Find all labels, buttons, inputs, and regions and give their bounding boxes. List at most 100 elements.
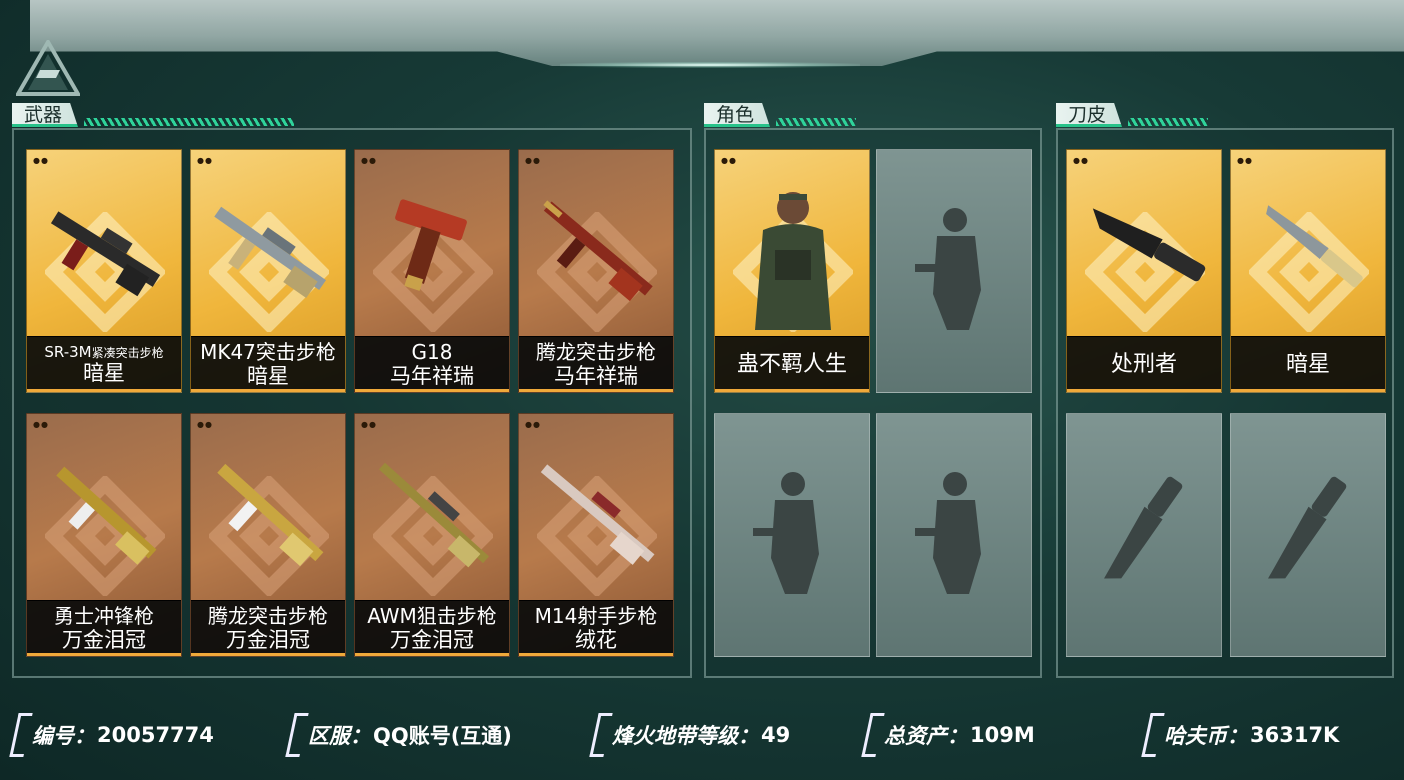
server-label: 区服： xyxy=(308,724,371,748)
knife-card[interactable]: ●● 处刑者 xyxy=(1066,149,1222,393)
knife-executioner-image xyxy=(1092,208,1206,282)
weapon-name: G18 xyxy=(411,339,453,364)
weapon-sr3m-image xyxy=(50,211,161,297)
card-dots: ●● xyxy=(1237,156,1253,165)
empty-knife-slot xyxy=(1230,413,1386,657)
card-dots: ●● xyxy=(721,156,737,165)
weapon-label: SR-3M紧凑突击步枪 暗星 xyxy=(27,336,181,392)
weapon-g18-image xyxy=(395,199,467,291)
weapon-label: G18 马年祥瑞 xyxy=(355,336,509,392)
characters-section-header: 角色 xyxy=(704,102,857,128)
weapon-card[interactable]: ●● M14射手步枪 绒花 xyxy=(518,413,674,657)
assets-value: 109M xyxy=(970,723,1035,747)
knives-section-header: 刀皮 xyxy=(1056,102,1209,128)
bracket-decoration xyxy=(589,713,613,757)
weapon-label: MK47突击步枪 暗星 xyxy=(191,336,345,392)
card-dots: ●● xyxy=(197,156,213,165)
weapon-name: 腾龙突击步枪 xyxy=(208,603,328,628)
account-id-label: 编号： xyxy=(32,724,95,748)
weapon-label: 腾龙突击步枪 万金泪冠 xyxy=(191,600,345,656)
card-dots: ●● xyxy=(361,156,377,165)
character-card[interactable]: ●● 蛊不羁人生 xyxy=(714,149,870,393)
card-dots: ●● xyxy=(1073,156,1089,165)
coins-label: 哈夫币： xyxy=(1164,724,1248,748)
rarity-bar xyxy=(1067,389,1221,392)
card-dots: ●● xyxy=(33,420,49,429)
soldier-silhouette-icon xyxy=(915,208,981,330)
weapon-card[interactable]: ●● AWM狙击步枪 万金泪冠 xyxy=(354,413,510,657)
rarity-bar xyxy=(715,389,869,392)
soldier-silhouette-icon xyxy=(915,472,981,594)
weapon-skin: 暗星 xyxy=(247,363,289,388)
card-dots: ●● xyxy=(361,420,377,429)
knife-silhouette-icon xyxy=(1104,476,1183,579)
card-dots: ●● xyxy=(33,156,49,165)
footer-coins: 哈夫币： 36317K xyxy=(1141,711,1340,759)
weapon-card[interactable]: ●● 腾龙突击步枪 万金泪冠 xyxy=(190,413,346,657)
weapon-skin: 马年祥瑞 xyxy=(554,363,638,388)
knife-card[interactable]: ●● 暗星 xyxy=(1230,149,1386,393)
bracket-decoration xyxy=(9,713,33,757)
weapon-mk47-image xyxy=(214,206,327,299)
rarity-bar xyxy=(191,389,345,392)
knives-section-title: 刀皮 xyxy=(1056,103,1123,127)
rarity-bar xyxy=(27,653,181,656)
bracket-decoration xyxy=(285,713,309,757)
empty-character-slot xyxy=(714,413,870,657)
account-id-value: 20057774 xyxy=(97,723,214,747)
bracket-decoration xyxy=(1141,713,1165,757)
header-stripes xyxy=(776,118,857,126)
knife-name: 暗星 xyxy=(1285,351,1330,377)
weapon-label: 腾龙突击步枪 马年祥瑞 xyxy=(519,336,673,392)
footer-account-id: 编号： 20057774 xyxy=(9,711,214,759)
knife-label: 暗星 xyxy=(1231,336,1385,392)
weapon-card[interactable]: ●● MK47突击步枪 暗星 xyxy=(190,149,346,393)
coins-value: 36317K xyxy=(1250,723,1340,747)
soldier-silhouette-icon xyxy=(753,472,819,594)
assets-label: 总资产： xyxy=(884,724,968,748)
weapon-type: 紧凑突击步枪 xyxy=(91,345,164,360)
card-dots: ●● xyxy=(525,420,541,429)
rarity-bar xyxy=(191,653,345,656)
weapon-name: 勇士冲锋枪 xyxy=(54,603,154,628)
knife-name: 处刑者 xyxy=(1110,351,1177,377)
rarity-bar xyxy=(519,653,673,656)
weapon-card[interactable]: ●● G18 马年祥瑞 xyxy=(354,149,510,393)
weapon-card[interactable]: ●● 勇士冲锋枪 万金泪冠 xyxy=(26,413,182,657)
footer-assets: 总资产： 109M xyxy=(861,711,1035,759)
weapon-name: M14射手步枪 xyxy=(534,603,658,628)
weapon-name: SR-3M xyxy=(44,342,92,361)
weapon-skin: 马年祥瑞 xyxy=(390,363,474,388)
footer-server: 区服： QQ账号(互通) xyxy=(285,711,512,759)
card-dots: ●● xyxy=(197,420,213,429)
top-glow xyxy=(560,62,860,68)
rarity-bar xyxy=(355,389,509,392)
weapons-section-header: 武器 xyxy=(12,102,295,128)
empty-character-slot xyxy=(876,149,1032,393)
rarity-bar xyxy=(355,653,509,656)
weapon-name: MK47突击步枪 xyxy=(200,339,336,364)
character-portrait xyxy=(755,192,831,330)
weapon-skin: 万金泪冠 xyxy=(226,627,310,652)
weapon-name: AWM狙击步枪 xyxy=(367,603,497,628)
weapon-skin: 暗星 xyxy=(83,361,125,386)
knife-label: 处刑者 xyxy=(1067,336,1221,392)
weapon-label: AWM狙击步枪 万金泪冠 xyxy=(355,600,509,656)
weapon-card[interactable]: ●● 腾龙突击步枪 马年祥瑞 xyxy=(518,149,674,393)
characters-section-title: 角色 xyxy=(704,103,771,127)
weapon-label: 勇士冲锋枪 万金泪冠 xyxy=(27,600,181,656)
footer-level: 烽火地带等级： 49 xyxy=(589,711,791,759)
level-value: 49 xyxy=(761,723,791,747)
weapon-card[interactable]: ●● SR-3M紧凑突击步枪 暗星 xyxy=(26,149,182,393)
weapon-skin: 绒花 xyxy=(575,627,617,652)
header-stripes xyxy=(84,118,295,126)
top-banner xyxy=(30,0,1404,66)
weapon-skin: 万金泪冠 xyxy=(62,627,146,652)
game-logo xyxy=(16,40,80,96)
card-dots: ●● xyxy=(525,156,541,165)
weapon-tenglong-gold-image xyxy=(217,463,324,567)
knife-silhouette-icon xyxy=(1268,476,1347,579)
header-stripes xyxy=(1128,118,1209,126)
level-label: 烽火地带等级： xyxy=(612,724,759,748)
weapon-tenglong-image xyxy=(543,200,653,302)
